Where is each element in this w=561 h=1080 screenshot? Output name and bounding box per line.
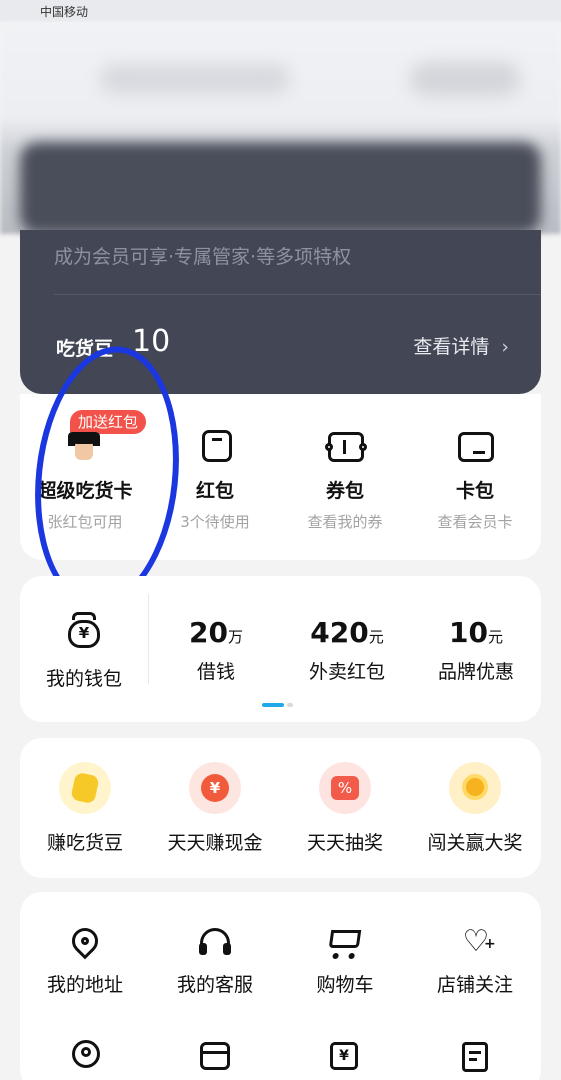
location-pin-icon (66, 922, 104, 960)
wallet-item-brand-offers[interactable]: 10元 品牌优惠 (414, 616, 538, 684)
yen-calendar-icon: ¥ (330, 1042, 358, 1070)
wallet-item-label: 品牌优惠 (437, 661, 514, 683)
entry-title: 红包 (195, 480, 234, 502)
avatar-icon (68, 432, 100, 462)
money-bag-icon: ¥ (189, 762, 241, 814)
activity-label: 天天赚现金 (167, 832, 263, 854)
beans-value: 10 (132, 324, 171, 359)
receipt-icon (462, 1042, 488, 1072)
my-wallet-entry[interactable]: ¥ 我的钱包 (20, 576, 148, 722)
view-details-link[interactable]: 查看详情 › (413, 332, 509, 359)
wallet-item-value: 20 (189, 616, 228, 649)
bonus-badge-label: 加送红包 (78, 413, 139, 431)
entry-subtitle: 查看我的券 (307, 513, 383, 531)
service-row2-item[interactable] (150, 1040, 280, 1080)
wallet-separator (148, 594, 149, 684)
wallet-item-value: 420 (310, 616, 369, 649)
store-icon (200, 1042, 230, 1070)
wallet-title: 我的钱包 (45, 668, 122, 690)
view-details-label: 查看详情 (413, 336, 490, 358)
beans-label: 吃货豆 (56, 338, 114, 360)
blurred-header (0, 22, 561, 234)
entry-title: 卡包 (455, 480, 494, 502)
wallet-item-value: 10 (449, 616, 488, 649)
wallet-item-unit: 元 (368, 628, 384, 646)
wallet-item-label: 外卖红包 (308, 661, 385, 683)
wallet-item-loan[interactable]: 20万 借钱 (156, 616, 276, 684)
user-group-icon (72, 1040, 100, 1068)
wallet-item-label: 借钱 (196, 661, 235, 683)
entry-title: 券包 (325, 480, 364, 502)
member-perks-text: 成为会员可享·专属管家·等多项特权 (54, 246, 352, 268)
service-label: 我的客服 (176, 974, 253, 996)
coupon-icon (325, 432, 367, 462)
chevron-right-icon: › (501, 336, 509, 358)
services-card: 我的地址 我的客服 购物车 ♡ + 店铺关注 ¥ (20, 892, 541, 1080)
carrier-name: 中国移动 (40, 5, 89, 19)
member-divider (54, 294, 541, 295)
service-row2-item[interactable]: ¥ (280, 1040, 410, 1080)
entry-subtitle: 张红包可用 (47, 513, 123, 531)
wallet-item-red-packets[interactable]: 420元 外卖红包 (282, 616, 412, 684)
activity-label: 赚吃货豆 (46, 832, 123, 854)
service-label: 我的地址 (46, 974, 123, 996)
service-row2-item[interactable] (410, 1040, 540, 1080)
status-bar: 中国移动 (0, 0, 561, 22)
red-packet-icon (202, 430, 232, 462)
headset-icon (199, 928, 231, 955)
page-dot (287, 703, 293, 707)
service-label: 店铺关注 (436, 974, 513, 996)
gold-bean-icon (59, 762, 111, 814)
bonus-badge: 加送红包 (70, 410, 147, 434)
cart-icon (328, 930, 362, 959)
wallet-card: ¥ 我的钱包 20万 借钱 420元 外卖红包 10元 品牌优惠 (20, 576, 541, 722)
activity-label: 闯关赢大奖 (427, 832, 523, 854)
entry-subtitle: 3个待使用 (180, 513, 250, 531)
lottery-ticket-icon: % (319, 762, 371, 814)
wallet-item-unit: 万 (227, 628, 243, 646)
service-row2-item[interactable] (20, 1040, 150, 1080)
entry-subtitle: 查看会员卡 (437, 513, 513, 531)
activity-label: 天天抽奖 (306, 832, 383, 854)
activities-card: 赚吃货豆 ¥ 天天赚现金 % 天天抽奖 闯关赢大奖 (20, 738, 541, 878)
page-dot-active (262, 703, 284, 707)
page-indicator (262, 703, 296, 722)
quick-entries-card: 加送红包 超级吃货卡 张红包可用 红包 3个待使用 券包 查看我的券 卡包 查看… (20, 394, 541, 560)
trophy-coin-icon (449, 762, 501, 814)
wallet-item-unit: 元 (487, 628, 503, 646)
member-card[interactable]: 成为会员可享·专属管家·等多项特权 吃货豆 10 查看详情 › (20, 230, 541, 394)
card-icon (458, 432, 494, 462)
entry-title: 超级吃货卡 (37, 480, 133, 502)
money-bag-icon: ¥ (68, 620, 100, 648)
service-label: 购物车 (316, 974, 374, 996)
